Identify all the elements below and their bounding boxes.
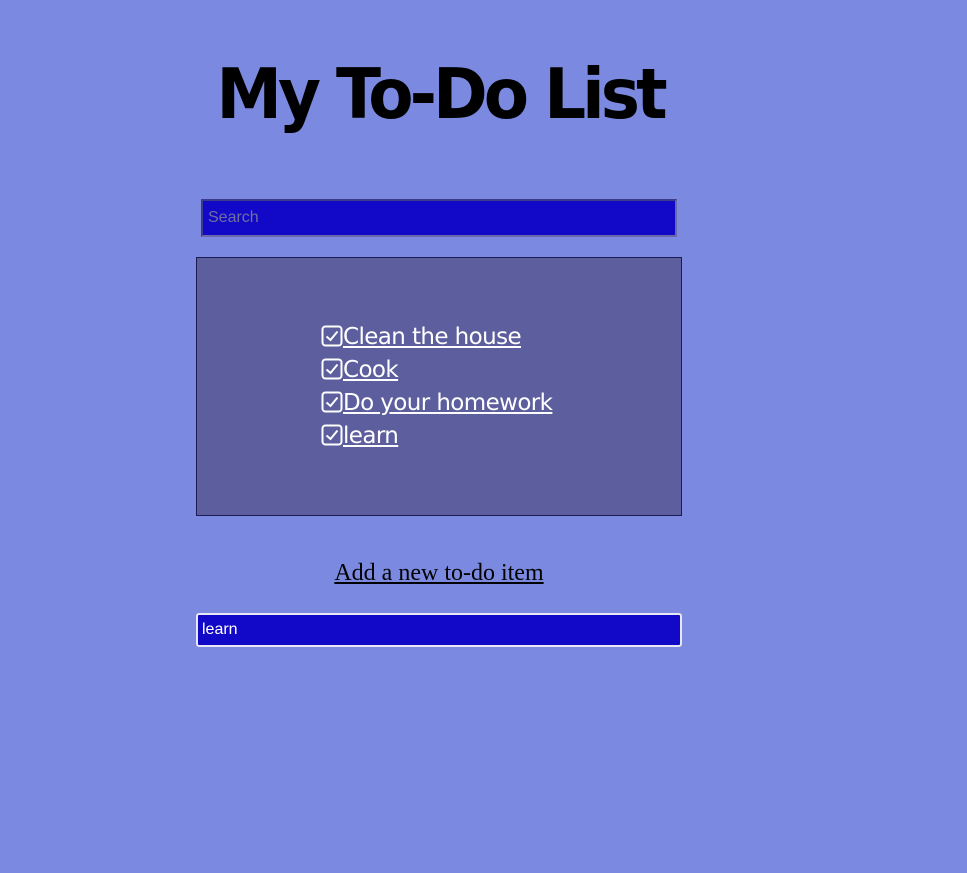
todo-item-cook[interactable]: Cook [321, 355, 552, 388]
checkbox-checked-icon[interactable] [321, 424, 343, 446]
todo-item-label[interactable]: learn [343, 421, 399, 451]
page-title: My To-Do List [216, 54, 667, 135]
todo-list: Clean the house Cook Do your homework le… [321, 322, 553, 454]
new-todo-input[interactable] [196, 613, 682, 647]
checkbox-checked-icon[interactable] [321, 391, 343, 413]
todo-item-label[interactable]: Clean the house [343, 322, 522, 352]
add-todo-link[interactable]: Add a new to-do item [196, 560, 682, 587]
search-input[interactable] [201, 199, 677, 237]
todo-item-clean-the-house[interactable]: Clean the house [321, 322, 552, 355]
todo-item-label[interactable]: Do your homework [343, 388, 553, 418]
todo-item-do-your-homework[interactable]: Do your homework [321, 388, 553, 421]
todo-list-panel: Clean the house Cook Do your homework le… [196, 257, 682, 516]
todo-item-label[interactable]: Cook [343, 355, 399, 385]
checkbox-checked-icon[interactable] [321, 358, 343, 380]
todo-item-learn[interactable]: learn [321, 421, 552, 454]
checkbox-checked-icon[interactable] [321, 325, 343, 347]
